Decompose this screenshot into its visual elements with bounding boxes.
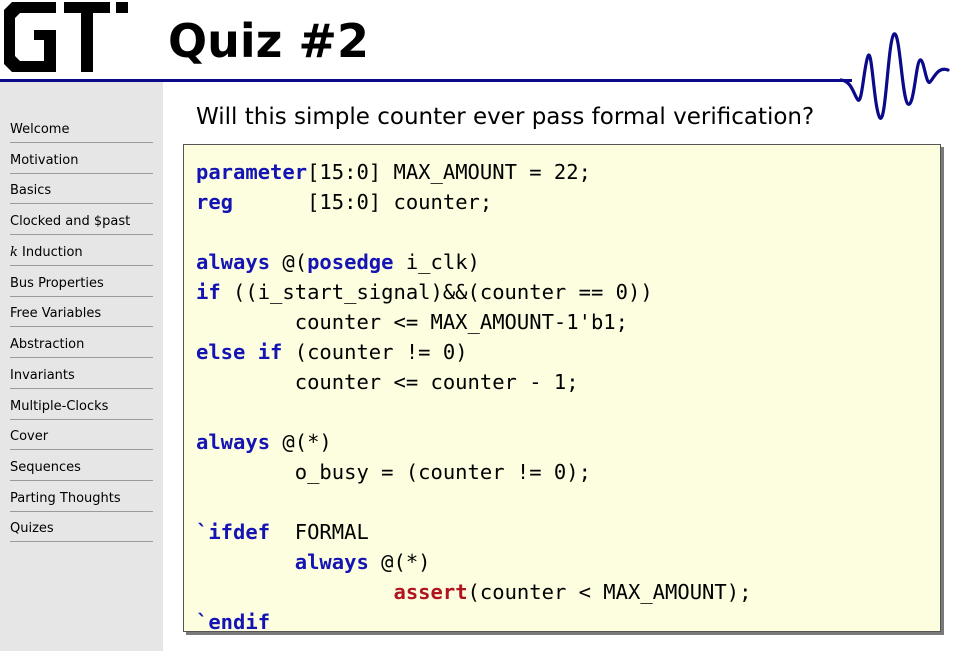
gt-logo-icon xyxy=(4,2,128,72)
sidebar-item-abstraction[interactable]: Abstraction xyxy=(10,333,153,358)
sidebar-item-prefix: k xyxy=(10,245,18,260)
code-text: ((i_start_signal)&&(counter == 0)) xyxy=(220,280,653,304)
sidebar-item-basics[interactable]: Basics xyxy=(10,179,153,204)
slide-title: Quiz #2 xyxy=(168,14,369,68)
waveform-icon xyxy=(840,32,950,120)
code-line: else if (counter != 0) xyxy=(196,337,751,367)
code-keyword: if xyxy=(196,280,221,304)
code-line: always @(*) xyxy=(196,427,751,457)
sidebar-item-bus-properties[interactable]: Bus Properties xyxy=(10,272,153,297)
sidebar-item-invariants[interactable]: Invariants xyxy=(10,364,153,389)
code-assert: assert xyxy=(393,580,468,604)
code-line: parameter[15:0] MAX_AMOUNT = 22; xyxy=(196,157,751,187)
code-keyword: else if xyxy=(196,340,283,364)
code-text: counter <= counter - 1; xyxy=(196,370,579,394)
verilog-code: parameter[15:0] MAX_AMOUNT = 22; reg [15:… xyxy=(196,157,751,637)
code-text: counter <= MAX_AMOUNT-1'b1; xyxy=(196,310,628,334)
code-keyword: always xyxy=(196,430,271,454)
sidebar-item-parting-thoughts[interactable]: Parting Thoughts xyxy=(10,487,153,512)
code-line: always @(posedge i_clk) xyxy=(196,247,751,277)
code-text: [15:0] counter; xyxy=(233,190,493,214)
code-text: [15:0] MAX_AMOUNT = 22; xyxy=(307,160,591,184)
code-keyword: parameter xyxy=(196,160,308,184)
code-text: @( xyxy=(270,250,308,274)
code-text: i_clk) xyxy=(393,250,480,274)
code-text: @(*) xyxy=(368,550,431,574)
code-block: parameter[15:0] MAX_AMOUNT = 22; reg [15:… xyxy=(183,144,941,634)
code-line: reg [15:0] counter; xyxy=(196,187,751,217)
sidebar: Welcome Motivation Basics Clocked and $past… xyxy=(0,82,163,651)
code-line: counter <= MAX_AMOUNT-1'b1; xyxy=(196,307,751,337)
sidebar-item-free-variables[interactable]: Free Variables xyxy=(10,302,153,327)
sidebar-item-label: Induction xyxy=(17,245,83,260)
code-keyword: `ifdef xyxy=(196,520,271,544)
sidebar-item-motivation[interactable]: Motivation xyxy=(10,149,153,174)
slide-header: Quiz #2 xyxy=(0,0,954,120)
sidebar-item-welcome[interactable]: Welcome xyxy=(10,118,153,143)
code-line: `endif xyxy=(196,607,751,637)
sidebar-item-multiple-clocks[interactable]: Multiple-Clocks xyxy=(10,395,153,420)
code-line: if ((i_start_signal)&&(counter == 0)) xyxy=(196,277,751,307)
code-line: counter <= counter - 1; xyxy=(196,367,751,397)
code-text: (counter != 0) xyxy=(282,340,468,364)
code-keyword: always xyxy=(294,550,369,574)
sidebar-item-cover[interactable]: Cover xyxy=(10,425,153,450)
code-line: o_busy = (counter != 0); xyxy=(196,457,751,487)
code-keyword: posedge xyxy=(307,250,394,274)
code-line: `ifdef FORMAL xyxy=(196,517,751,547)
code-text: FORMAL xyxy=(270,520,369,544)
code-keyword: `endif xyxy=(196,610,271,634)
quiz-question: Will this simple counter ever pass forma… xyxy=(196,104,815,130)
code-text: o_busy = (counter != 0); xyxy=(196,460,591,484)
sidebar-item-clocked-and-past[interactable]: Clocked and $past xyxy=(10,210,153,235)
sidebar-item-sequences[interactable]: Sequences xyxy=(10,456,153,481)
code-keyword: reg xyxy=(196,190,234,214)
code-line: assert(counter < MAX_AMOUNT); xyxy=(196,577,751,607)
code-line: always @(*) xyxy=(196,547,751,577)
code-text: @(*) xyxy=(270,430,332,454)
code-text: (counter < MAX_AMOUNT); xyxy=(467,580,752,604)
sidebar-item-k-induction[interactable]: k Induction xyxy=(10,241,153,266)
code-keyword: always xyxy=(196,250,271,274)
sidebar-item-quizes[interactable]: Quizes xyxy=(10,517,153,542)
